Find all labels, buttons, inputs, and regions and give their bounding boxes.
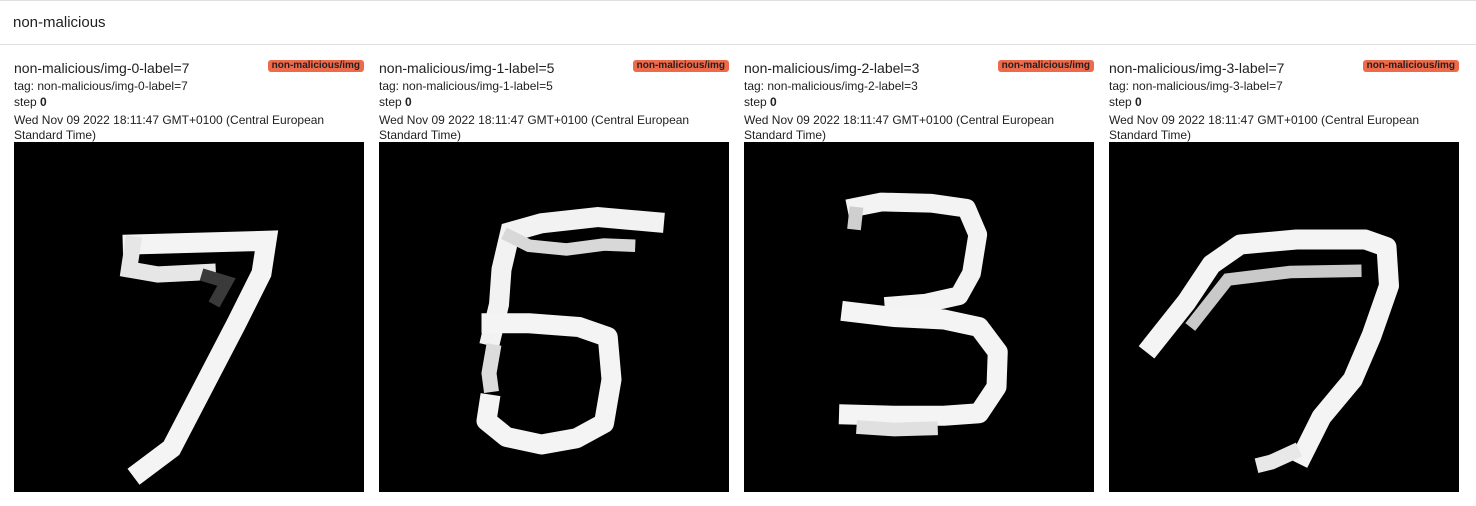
card-timestamp: Wed Nov 09 2022 18:11:47 GMT+0100 (Centr… — [379, 113, 690, 142]
card-title: non-malicious/img-2-label=3 — [744, 60, 920, 76]
step-label: step — [744, 95, 767, 109]
digit-7-image — [1109, 142, 1459, 492]
step-label: step — [1109, 95, 1132, 109]
step-label: step — [379, 95, 402, 109]
digit-7-image — [14, 142, 364, 492]
card-timestamp: Wed Nov 09 2022 18:11:47 GMT+0100 (Centr… — [1109, 113, 1420, 142]
card-timestamp: Wed Nov 09 2022 18:11:47 GMT+0100 (Centr… — [744, 113, 1055, 142]
card-title: non-malicious/img-3-label=7 — [1109, 60, 1285, 76]
digit-image[interactable] — [379, 142, 729, 492]
card-tag: tag: non-malicious/img-0-label=7 — [14, 79, 188, 93]
run-badge: non-malicious/img — [267, 60, 364, 72]
card-tag: tag: non-malicious/img-2-label=3 — [744, 79, 918, 93]
digit-5-image — [379, 142, 729, 492]
digit-image[interactable] — [1109, 142, 1459, 492]
step-label: step — [14, 95, 37, 109]
step-value: 0 — [1135, 95, 1142, 109]
card-title: non-malicious/img-1-label=5 — [379, 60, 555, 76]
section-title: non-malicious — [13, 14, 106, 31]
step-value: 0 — [405, 95, 412, 109]
section-header[interactable]: non-malicious — [0, 0, 1476, 45]
run-badge: non-malicious/img — [632, 60, 729, 72]
digit-3-image — [744, 142, 1094, 492]
card-tag: tag: non-malicious/img-3-label=7 — [1109, 79, 1283, 93]
card-tag: tag: non-malicious/img-1-label=5 — [379, 79, 553, 93]
card-title: non-malicious/img-0-label=7 — [14, 60, 190, 76]
step-value: 0 — [770, 95, 777, 109]
run-badge: non-malicious/img — [1362, 60, 1459, 72]
run-badge: non-malicious/img — [997, 60, 1094, 72]
card-step: step 0 — [14, 95, 47, 109]
card-step: step 0 — [744, 95, 777, 109]
digit-image[interactable] — [744, 142, 1094, 492]
digit-image[interactable] — [14, 142, 364, 492]
card-timestamp: Wed Nov 09 2022 18:11:47 GMT+0100 (Centr… — [14, 113, 325, 142]
card-step: step 0 — [379, 95, 412, 109]
step-value: 0 — [40, 95, 47, 109]
card-step: step 0 — [1109, 95, 1142, 109]
